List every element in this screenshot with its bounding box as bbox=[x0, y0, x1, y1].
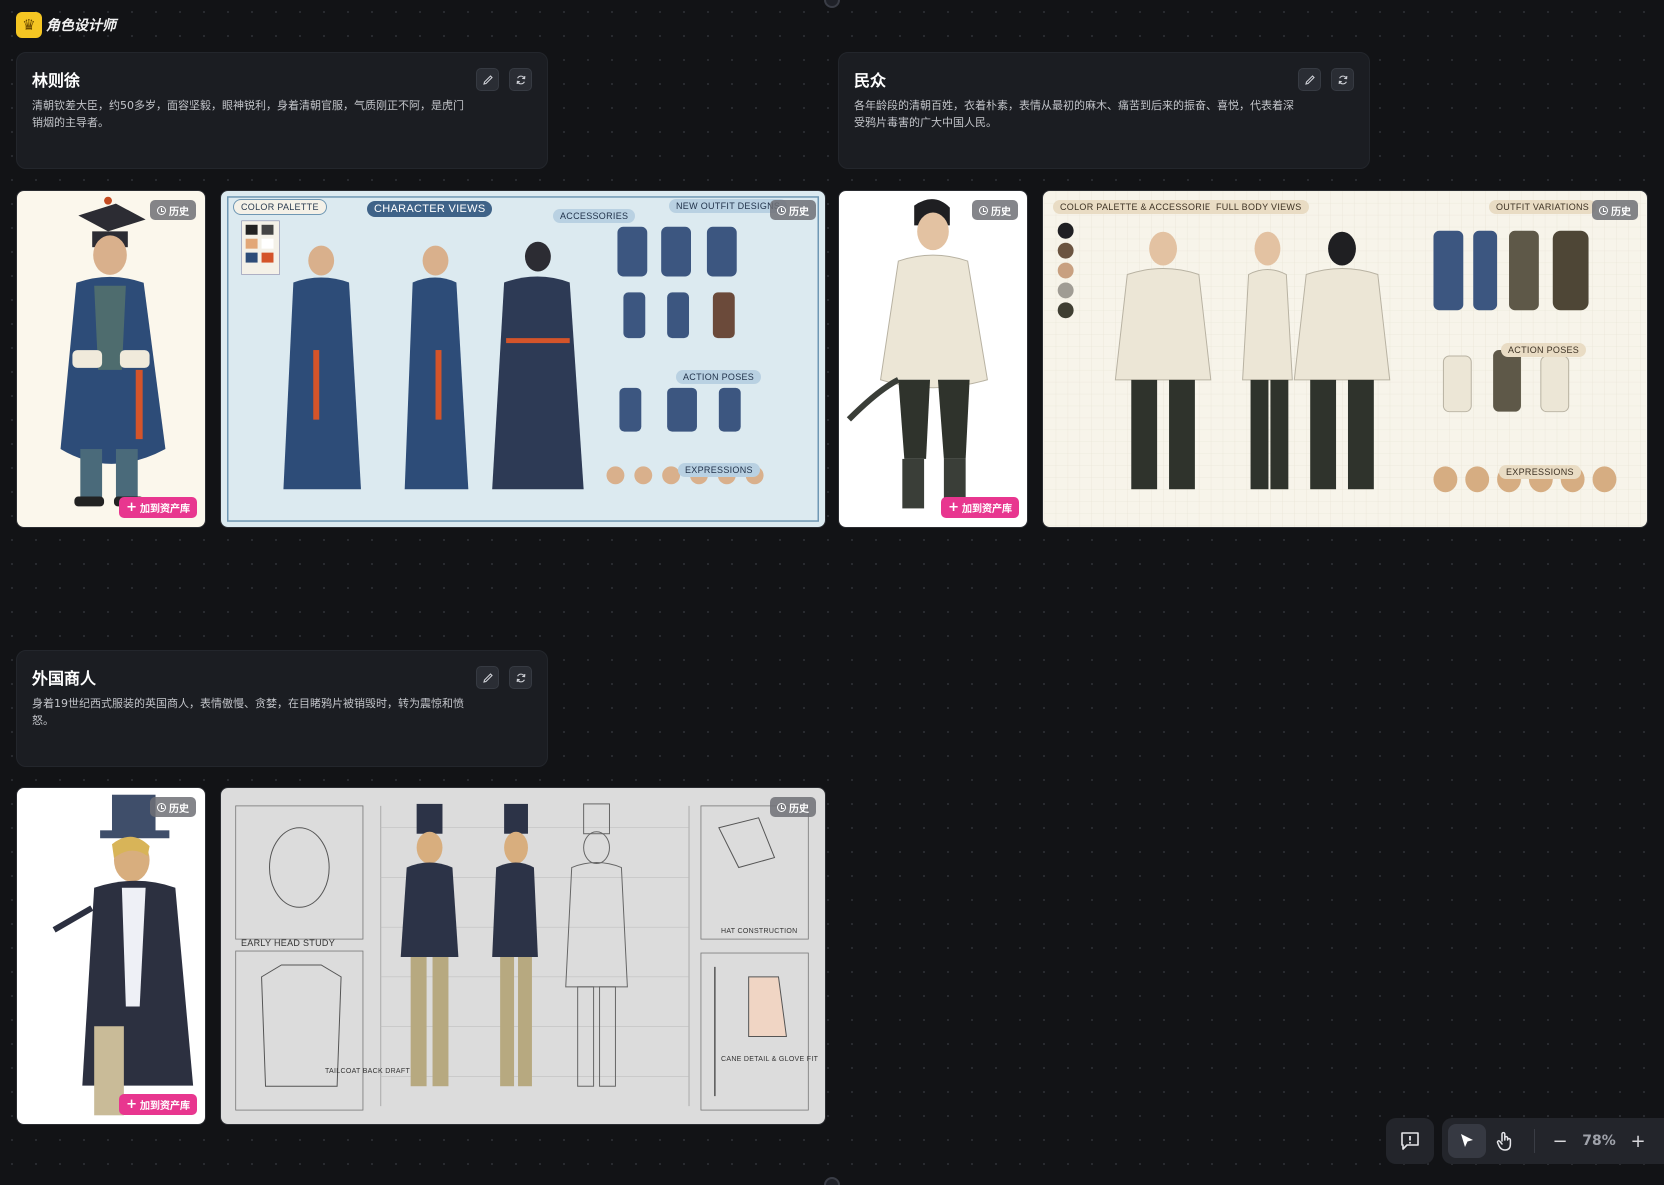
feedback-icon bbox=[1401, 1132, 1419, 1150]
regenerate-button[interactable] bbox=[1331, 68, 1354, 91]
edit-button[interactable] bbox=[1298, 68, 1321, 91]
sheet-label-palette: COLOR PALETTE & ACCESSORIES bbox=[1053, 200, 1225, 214]
sheet-label-poses: ACTION POSES bbox=[676, 370, 762, 384]
clock-icon bbox=[157, 802, 166, 812]
cursor-arrow-icon bbox=[1461, 1134, 1473, 1147]
pencil-icon bbox=[482, 672, 493, 683]
regenerate-button[interactable] bbox=[509, 666, 532, 689]
add-to-assets-label: 加到资产库 bbox=[140, 1101, 190, 1112]
official-figure-illustration bbox=[60, 196, 166, 507]
sheet-label-head-study: EARLY HEAD STUDY bbox=[241, 938, 335, 948]
character-description: 清朝钦差大臣，约50多岁，面容坚毅，眼神锐利，身着清朝官服，气质刚正不阿，是虎门… bbox=[32, 99, 464, 129]
feedback-button[interactable] bbox=[1386, 1118, 1434, 1164]
refresh-icon bbox=[516, 673, 525, 682]
history-button[interactable]: 历史 bbox=[770, 200, 816, 220]
sheet-label-views: CHARACTER VIEWS bbox=[367, 201, 493, 217]
sheet-label-cane: CANE DETAIL & GLOVE FIT bbox=[721, 1056, 819, 1063]
zoom-in-button[interactable]: + bbox=[1625, 1126, 1651, 1156]
history-label: 历史 bbox=[789, 803, 809, 815]
canvas-top-handle[interactable] bbox=[824, 0, 840, 8]
sheet-label-views: FULL BODY VIEWS bbox=[1209, 200, 1309, 214]
character-sheet-lin[interactable]: COLOR PALETTE CHARACTER VIEWS ACCESSORIE… bbox=[220, 190, 826, 528]
sheet-label-expressions: EXPRESSIONS bbox=[1499, 465, 1581, 479]
add-to-assets-button[interactable]: + 加到资产库 bbox=[119, 1094, 197, 1115]
hand-icon bbox=[1496, 1131, 1512, 1151]
plus-icon: + bbox=[948, 500, 959, 515]
canvas-toolbar: − 78% + bbox=[1442, 1118, 1664, 1164]
clock-icon bbox=[777, 802, 786, 812]
character-sheet-merchant[interactable]: EARLY HEAD STUDY TAILCOAT BACK DRAFT HAT… bbox=[220, 787, 826, 1125]
character-name: 外国商人 bbox=[32, 669, 97, 688]
sheet-label-tailcoat: TAILCOAT BACK DRAFT bbox=[325, 1068, 411, 1075]
pan-tool[interactable] bbox=[1486, 1124, 1524, 1158]
app-title: 角色设计师 bbox=[46, 18, 116, 34]
history-label: 历史 bbox=[1611, 206, 1631, 218]
history-label: 历史 bbox=[991, 206, 1011, 218]
commoner-figure-illustration bbox=[846, 199, 988, 509]
zoom-level: 78% bbox=[1582, 1133, 1616, 1149]
clock-icon bbox=[157, 205, 166, 215]
merchant-figure-illustration bbox=[52, 794, 194, 1116]
clock-icon bbox=[979, 205, 988, 215]
portrait-image-merchant[interactable]: 历史 + 加到资产库 bbox=[16, 787, 206, 1125]
history-button[interactable]: 历史 bbox=[1592, 200, 1638, 220]
clock-icon bbox=[777, 205, 786, 215]
add-to-assets-button[interactable]: + 加到资产库 bbox=[941, 497, 1019, 518]
plus-icon: + bbox=[126, 1097, 137, 1112]
canvas-bottom-handle[interactable] bbox=[824, 1177, 840, 1185]
sheet-label-accessories: ACCESSORIES bbox=[553, 209, 636, 223]
clock-icon bbox=[1599, 205, 1608, 215]
history-button[interactable]: 历史 bbox=[150, 200, 196, 220]
add-to-assets-label: 加到资产库 bbox=[962, 504, 1012, 515]
character-card-people: 民众 各年龄段的清朝百姓，衣着朴素，表情从最初的麻木、痛苦到后来的振奋、喜悦，代… bbox=[838, 52, 1370, 169]
pencil-icon bbox=[482, 74, 493, 85]
sheet-label-palette: COLOR PALETTE bbox=[233, 199, 327, 215]
history-label: 历史 bbox=[169, 206, 189, 218]
edit-button[interactable] bbox=[476, 666, 499, 689]
zoom-out-button[interactable]: − bbox=[1547, 1126, 1573, 1156]
regenerate-button[interactable] bbox=[509, 68, 532, 91]
app-tag: ♛ 角色设计师 bbox=[16, 10, 116, 40]
sheet-label-outfits: OUTFIT VARIATIONS bbox=[1489, 200, 1597, 214]
history-button[interactable]: 历史 bbox=[770, 797, 816, 817]
history-button[interactable]: 历史 bbox=[972, 200, 1018, 220]
sheet-label-hat: HAT CONSTRUCTION bbox=[721, 928, 798, 935]
toolbar-divider bbox=[1534, 1129, 1535, 1153]
history-label: 历史 bbox=[789, 206, 809, 218]
character-card-lin: 林则徐 清朝钦差大臣，约50多岁，面容坚毅，眼神锐利，身着清朝官服，气质刚正不阿… bbox=[16, 52, 548, 169]
history-button[interactable]: 历史 bbox=[150, 797, 196, 817]
portrait-image-people[interactable]: 历史 + 加到资产库 bbox=[838, 190, 1028, 528]
character-name: 林则徐 bbox=[32, 71, 81, 90]
add-to-assets-label: 加到资产库 bbox=[140, 504, 190, 515]
refresh-icon bbox=[1338, 75, 1347, 84]
character-name: 民众 bbox=[854, 71, 887, 90]
sheet-label-expressions: EXPRESSIONS bbox=[678, 463, 760, 477]
pencil-icon bbox=[1304, 74, 1315, 85]
sheet-label-poses: ACTION POSES bbox=[1501, 343, 1587, 357]
character-description: 身着19世纪西式服装的英国商人，表情傲慢、贪婪，在目睹鸦片被销毁时，转为震惊和愤… bbox=[32, 697, 464, 727]
crown-logo-icon: ♛ bbox=[16, 12, 42, 38]
sketch-sheet-illustration bbox=[235, 803, 809, 1111]
edit-button[interactable] bbox=[476, 68, 499, 91]
select-tool[interactable] bbox=[1448, 1124, 1486, 1158]
portrait-image-lin[interactable]: 历史 + 加到资产库 bbox=[16, 190, 206, 528]
add-to-assets-button[interactable]: + 加到资产库 bbox=[119, 497, 197, 518]
character-sheet-people[interactable]: COLOR PALETTE & ACCESSORIES FULL BODY VI… bbox=[1042, 190, 1648, 528]
character-card-merchant: 外国商人 身着19世纪西式服装的英国商人，表情傲慢、贪婪，在目睹鸦片被销毁时，转… bbox=[16, 650, 548, 767]
character-description: 各年龄段的清朝百姓，衣着朴素，表情从最初的麻木、痛苦到后来的振奋、喜悦，代表着深… bbox=[854, 99, 1294, 129]
plus-icon: + bbox=[126, 500, 137, 515]
history-label: 历史 bbox=[169, 803, 189, 815]
refresh-icon bbox=[516, 75, 525, 84]
